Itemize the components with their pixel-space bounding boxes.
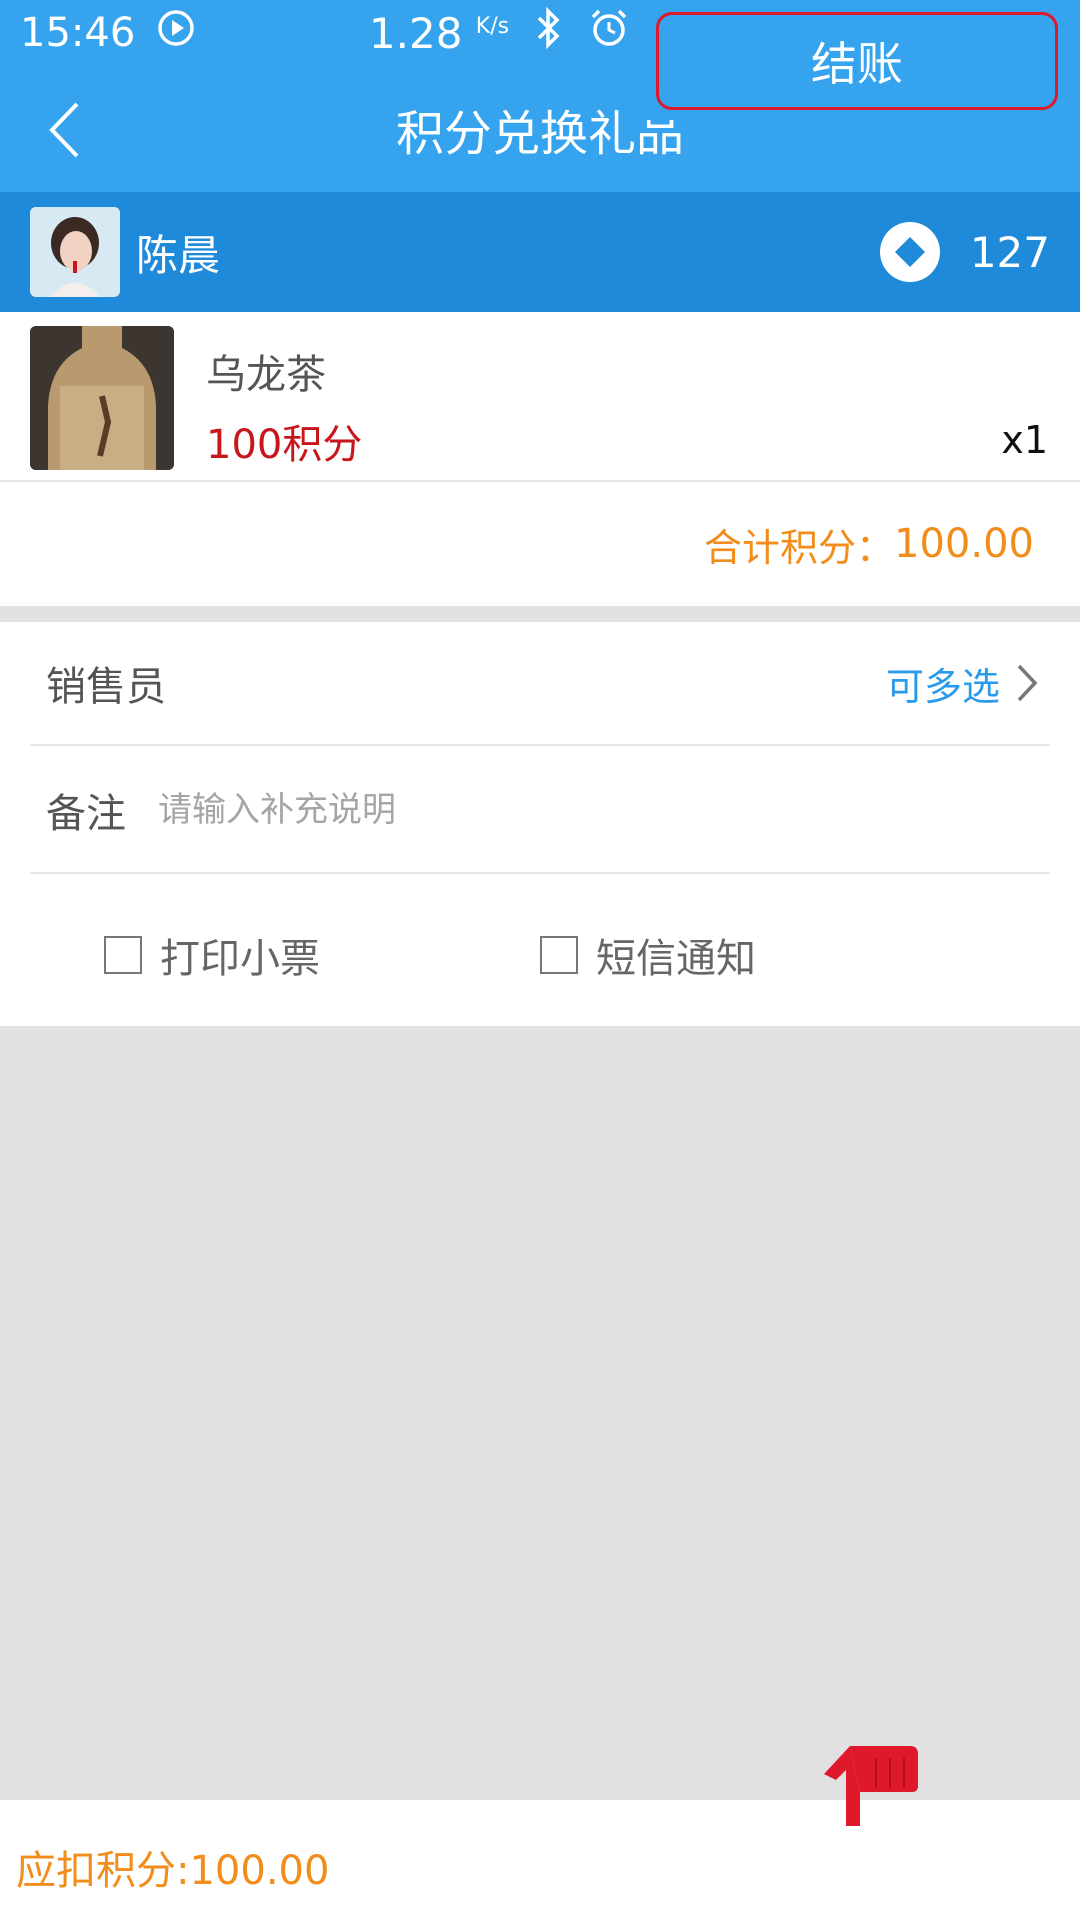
sms-notify-checkbox[interactable] [540, 936, 578, 974]
salesperson-label: 销售员 [46, 664, 166, 710]
note-row: 备注 [30, 748, 1050, 874]
product-quantity: x1 [1001, 418, 1048, 462]
member-name: 陈晨 [136, 230, 221, 280]
alarm-icon [589, 8, 629, 58]
back-button[interactable] [36, 100, 92, 160]
deduct-points: 应扣积分:100.00 [16, 1848, 330, 1894]
sms-notify-option[interactable]: 短信通知 [540, 926, 756, 984]
product-points: 100积分 [206, 422, 363, 468]
product-image [30, 326, 174, 470]
member-bar: 陈晨 127 [0, 192, 1080, 312]
network-speed: 1.28 K/s [368, 8, 510, 58]
total-label: 合计积分： [704, 525, 895, 570]
play-icon [157, 9, 195, 57]
salesperson-row[interactable]: 销售员 可多选 [30, 622, 1050, 746]
options-row: 打印小票 短信通知 [0, 876, 1080, 1026]
note-label: 备注 [46, 791, 126, 837]
salesperson-select[interactable]: 可多选 [886, 656, 1038, 711]
product-item: 乌龙茶 100积分 x1 [0, 312, 1080, 482]
sms-notify-label: 短信通知 [596, 936, 756, 982]
print-receipt-option[interactable]: 打印小票 [104, 926, 320, 984]
print-receipt-checkbox[interactable] [104, 936, 142, 974]
note-input[interactable] [156, 789, 916, 831]
salesperson-value: 可多选 [885, 664, 1000, 709]
diamond-icon [879, 222, 940, 282]
status-time: 15:46 [20, 10, 136, 56]
member-points: 127 [969, 227, 1050, 277]
order-form: 销售员 可多选 备注 打印小票 短信通知 [0, 622, 1080, 1026]
checkout-button[interactable]: 结账 [656, 12, 1058, 110]
print-receipt-label: 打印小票 [160, 936, 320, 982]
product-name: 乌龙茶 [206, 352, 326, 398]
avatar [30, 207, 120, 297]
total-value: 100.00 [894, 521, 1034, 567]
pointing-hand-icon [820, 1738, 920, 1830]
chevron-left-icon [49, 102, 79, 158]
total-row: 合计积分： 100.00 [0, 482, 1080, 606]
chevron-right-icon [1017, 664, 1038, 702]
bluetooth-icon [535, 6, 563, 59]
